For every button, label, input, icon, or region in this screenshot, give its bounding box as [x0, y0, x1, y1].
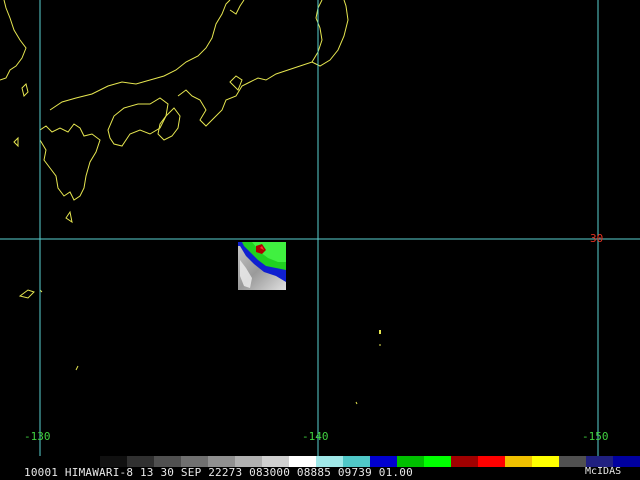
coast-korea	[0, 0, 27, 81]
coast-east	[311, 0, 323, 63]
satellite-map	[0, 0, 640, 456]
longitude-label-140: -140	[302, 430, 329, 443]
island-4	[75, 365, 79, 371]
longitude-label-150: -150	[582, 430, 609, 443]
coast-tokai	[229, 75, 243, 91]
color-scale-segment	[505, 456, 532, 467]
longitude-label-130: -130	[24, 430, 51, 443]
coast-honshu	[49, 0, 349, 127]
color-scale-segment	[532, 456, 559, 467]
coast-kyushu	[39, 123, 101, 201]
island-tsushima	[21, 83, 29, 97]
coast-kii	[157, 107, 181, 141]
color-scale-segment	[424, 456, 451, 467]
color-scale-segment	[451, 456, 478, 467]
island-1	[65, 210, 73, 224]
island-2	[18, 289, 35, 299]
latitude-label-30: 30	[590, 232, 604, 245]
coast-shikoku	[107, 97, 169, 147]
island-goto	[13, 136, 19, 148]
coast-north	[229, 0, 245, 15]
color-scale-segment	[478, 456, 505, 467]
coastlines	[0, 0, 381, 405]
image-caption: 10001 HIMAWARI-8 13 30 SEP 22273 083000 …	[24, 466, 413, 479]
mcidas-logo: McIDAS	[585, 466, 622, 477]
color-scale-segment	[559, 456, 586, 467]
imagery-patch	[238, 242, 286, 290]
island-7	[355, 401, 358, 405]
graticule	[0, 0, 640, 456]
